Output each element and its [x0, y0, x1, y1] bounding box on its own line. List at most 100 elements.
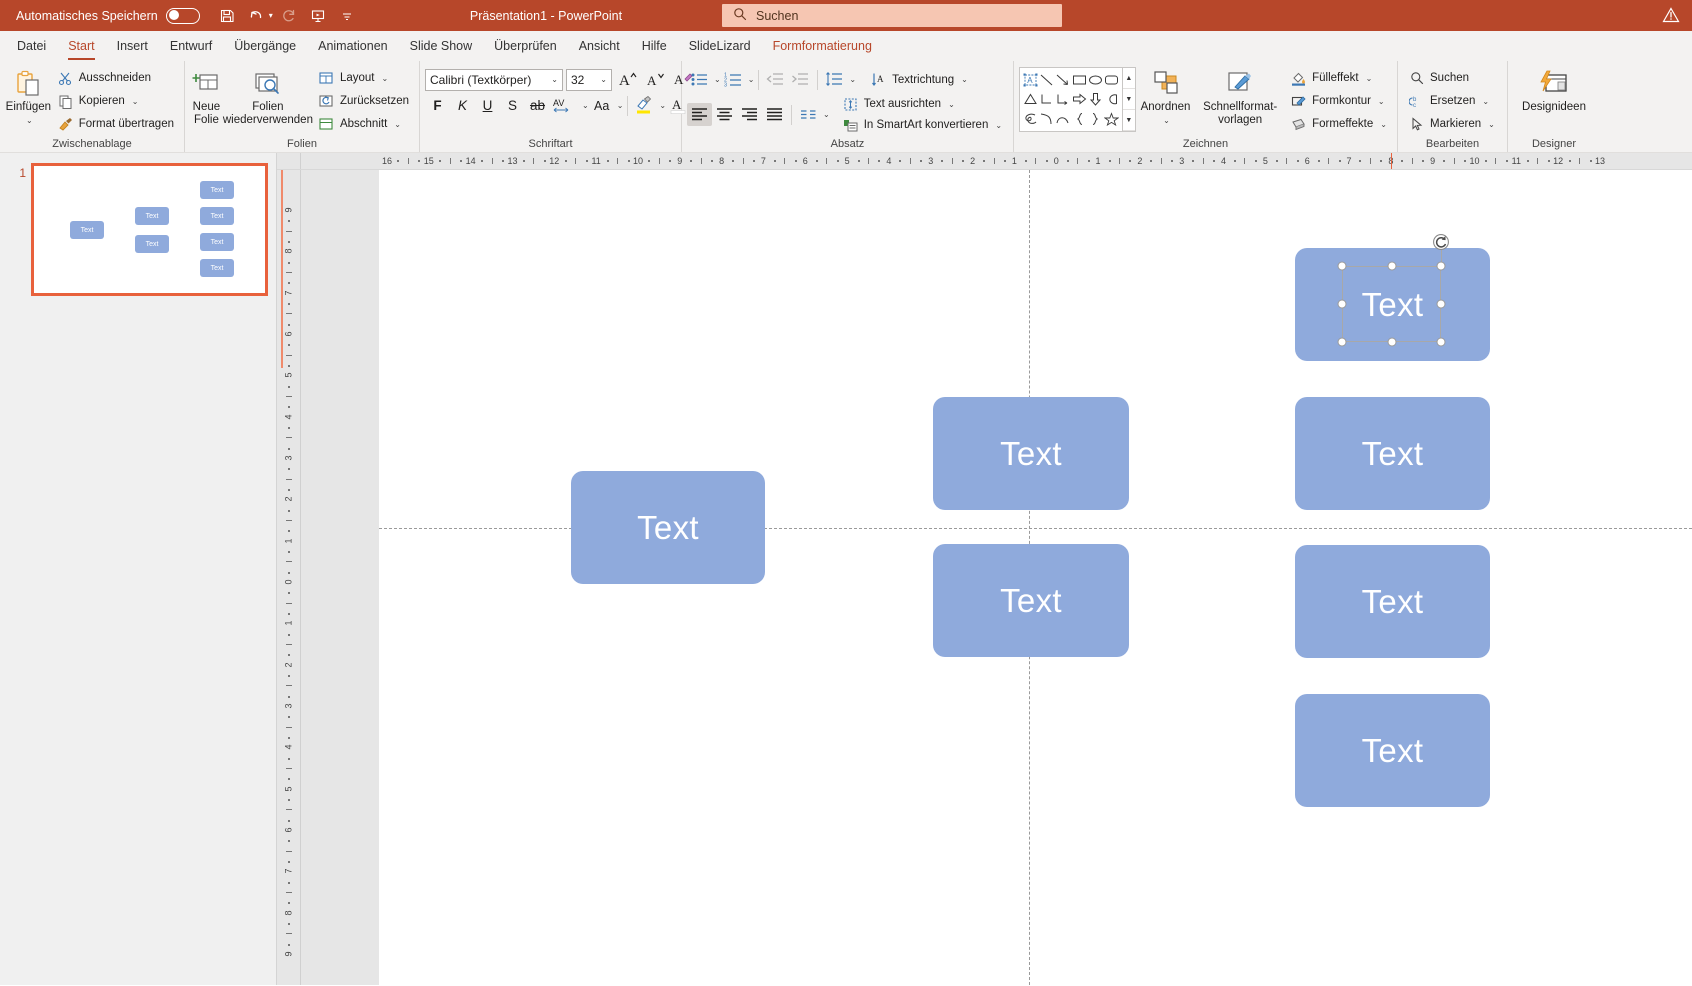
tab-insert[interactable]: Insert	[106, 31, 159, 61]
shapes-gallery-scrollbar[interactable]: ▲ ▼ ▼	[1121, 68, 1135, 131]
tab-entwurf[interactable]: Entwurf	[159, 31, 223, 61]
resize-handle-e[interactable]	[1436, 299, 1446, 309]
select-caret[interactable]: ⌄	[1488, 120, 1495, 129]
tab-formformatierung[interactable]: Formformatierung	[762, 31, 883, 61]
undo-icon[interactable]	[243, 4, 269, 28]
smartart-caret[interactable]: ⌄	[995, 121, 1002, 130]
replace-button[interactable]: bc Ersetzen ⌄	[1403, 90, 1500, 112]
section-button[interactable]: Abschnitt ⌄	[313, 113, 414, 135]
quick-styles-button[interactable]: Schnellformat- vorlagen	[1195, 65, 1285, 127]
find-button[interactable]: Suchen	[1403, 67, 1500, 89]
slide-shape-5[interactable]: Text	[1295, 397, 1490, 510]
text-shadow-button[interactable]: S	[500, 94, 525, 117]
rounded-rect-shape-icon[interactable]	[1104, 70, 1120, 90]
layout-button[interactable]: Layout ⌄	[313, 67, 414, 89]
design-ideas-button[interactable]: Designideen	[1513, 65, 1595, 114]
slide-canvas[interactable]: Text Text Text Text Text Text Text	[379, 170, 1692, 985]
shape-outline-caret[interactable]: ⌄	[1378, 97, 1385, 106]
star-shape-icon[interactable]	[1104, 109, 1120, 129]
autosave-toggle[interactable]	[165, 7, 200, 24]
align-text-caret[interactable]: ⌄	[948, 100, 955, 109]
increase-font-size-button[interactable]: A	[615, 68, 640, 91]
tab-slide-show[interactable]: Slide Show	[399, 31, 484, 61]
rectangle-shape-icon[interactable]	[1071, 70, 1087, 90]
decrease-indent-button[interactable]	[763, 68, 788, 91]
format-painter-button[interactable]: Format übertragen	[52, 113, 179, 135]
change-case-caret[interactable]: ⌄	[617, 101, 624, 110]
left-brace-shape-icon[interactable]	[1071, 109, 1087, 129]
shape-fill-caret[interactable]: ⌄	[1366, 74, 1373, 83]
horizontal-ruler[interactable]: 1615141312111098765432101234567891011121…	[277, 153, 1692, 170]
tab-hilfe[interactable]: Hilfe	[631, 31, 678, 61]
line-shape-icon[interactable]	[1038, 70, 1054, 90]
shape-effects-caret[interactable]: ⌄	[1380, 120, 1387, 129]
bullets-button[interactable]	[687, 68, 712, 91]
character-spacing-caret[interactable]: ⌄	[582, 101, 589, 110]
tab-slidelizard[interactable]: SlideLizard	[678, 31, 762, 61]
undo-dropdown-caret[interactable]: ▾	[269, 11, 273, 20]
text-direction-button[interactable]: A Textrichtung ⌄	[865, 69, 973, 91]
start-slideshow-icon[interactable]	[305, 4, 331, 28]
resize-handle-s[interactable]	[1387, 337, 1396, 347]
resize-handle-se[interactable]	[1436, 337, 1446, 347]
align-right-button[interactable]	[737, 103, 762, 126]
slide-shape-6[interactable]: Text	[1295, 545, 1490, 658]
align-text-button[interactable]: Text ausrichten ⌄	[837, 94, 1007, 114]
shape-fill-button[interactable]: Fülleffekt ⌄	[1285, 67, 1392, 89]
tab-ueberpruefen[interactable]: Überprüfen	[483, 31, 568, 61]
oval-shape-icon[interactable]	[1087, 70, 1103, 90]
resize-handle-sw[interactable]	[1337, 337, 1347, 347]
slide-shape-3[interactable]: Text	[933, 544, 1129, 657]
flowchart-shape-icon[interactable]	[1104, 90, 1120, 110]
text-direction-caret[interactable]: ⌄	[961, 75, 968, 84]
line-spacing-caret[interactable]: ⌄	[849, 75, 856, 84]
curve-shape-icon[interactable]	[1038, 109, 1054, 129]
tab-start[interactable]: Start	[57, 31, 105, 61]
save-icon[interactable]	[214, 4, 240, 28]
elbow-connector-shape-icon[interactable]	[1038, 90, 1054, 110]
scribble-shape-icon[interactable]	[1022, 109, 1038, 129]
resize-handle-nw[interactable]	[1337, 261, 1347, 271]
bullets-caret[interactable]: ⌄	[714, 75, 721, 84]
right-arrow-shape-icon[interactable]	[1071, 90, 1087, 110]
slide-thumbnail-pane[interactable]: 1 Text Text Text Text Text Text Text	[0, 153, 277, 985]
reset-button[interactable]: Zurücksetzen	[313, 90, 414, 112]
arc-shape-icon[interactable]	[1055, 109, 1071, 129]
arrange-button[interactable]: Anordnen ⌄	[1136, 65, 1195, 127]
character-spacing-button[interactable]: AV	[550, 94, 580, 117]
decrease-font-size-button[interactable]: A	[643, 68, 668, 91]
resize-handle-n[interactable]	[1387, 261, 1396, 271]
textbox-shape-icon[interactable]: A	[1022, 70, 1038, 90]
bold-button[interactable]: F	[425, 94, 450, 117]
tab-animationen[interactable]: Animationen	[307, 31, 399, 61]
down-arrow-shape-icon[interactable]	[1087, 90, 1103, 110]
shapes-scroll-down[interactable]: ▼	[1122, 89, 1135, 110]
autosave-toggle-group[interactable]: Automatisches Speichern	[16, 7, 200, 24]
line-spacing-button[interactable]	[822, 68, 847, 91]
redo-icon[interactable]	[276, 4, 302, 28]
shape-outline-button[interactable]: Formkontur ⌄	[1285, 90, 1392, 112]
convert-to-smartart-button[interactable]: In SmartArt konvertieren ⌄	[837, 115, 1007, 135]
text-highlight-button[interactable]	[632, 94, 657, 117]
triangle-shape-icon[interactable]	[1022, 90, 1038, 110]
slide-shape-1[interactable]: Text	[571, 471, 765, 584]
arrange-caret[interactable]: ⌄	[1163, 114, 1170, 127]
italic-button[interactable]: K	[450, 94, 475, 117]
tab-ansicht[interactable]: Ansicht	[568, 31, 631, 61]
numbering-caret[interactable]: ⌄	[748, 75, 755, 84]
copy-button[interactable]: Kopieren ⌄	[52, 90, 179, 112]
tab-datei[interactable]: Datei	[6, 31, 57, 61]
numbering-button[interactable]: 123	[721, 68, 746, 91]
reuse-slides-button[interactable]: Folien wiederverwenden	[223, 65, 313, 127]
paste-button[interactable]: Einfügen ⌄	[5, 65, 52, 127]
text-highlight-caret[interactable]: ⌄	[659, 101, 666, 110]
slide-thumbnail-1[interactable]: Text Text Text Text Text Text Text	[31, 163, 268, 296]
cut-button[interactable]: Ausschneiden	[52, 67, 179, 89]
increase-indent-button[interactable]	[788, 68, 813, 91]
strikethrough-button[interactable]: ab	[525, 94, 550, 117]
align-justify-button[interactable]	[762, 103, 787, 126]
copy-dropdown-caret[interactable]: ⌄	[132, 97, 139, 106]
font-name-caret[interactable]: ⌄	[551, 75, 558, 84]
columns-caret[interactable]: ⌄	[823, 110, 830, 119]
paste-dropdown-caret[interactable]: ⌄	[26, 114, 33, 127]
